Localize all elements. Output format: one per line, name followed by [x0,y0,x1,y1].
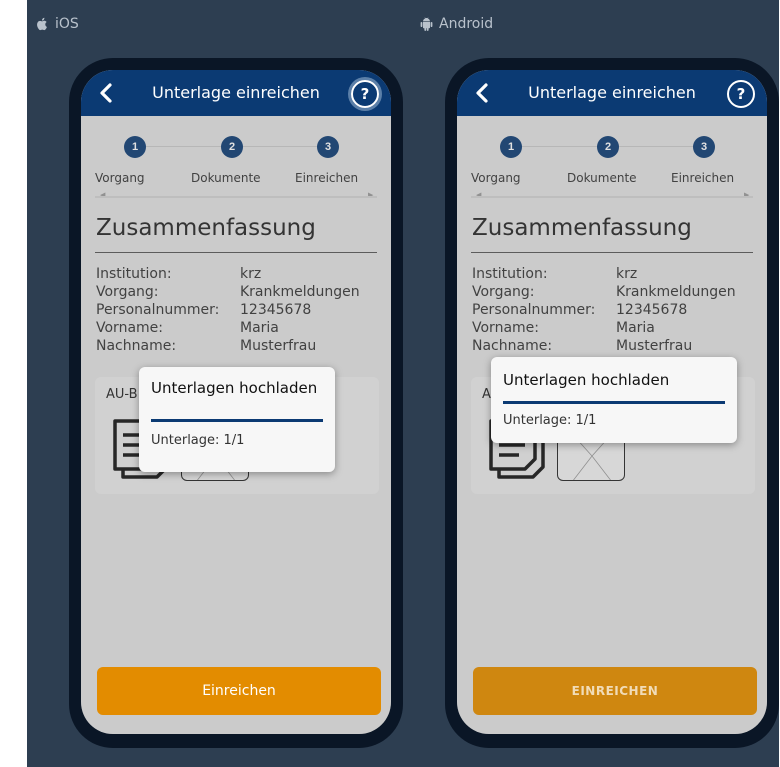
ios-phone-frame: Unterlage einreichen ? 1 2 3 Vorgang Dok… [69,58,403,748]
submit-button[interactable]: Einreichen [97,667,381,715]
android-screen: Unterlage einreichen ? 1 2 3 Vorgang Dok… [457,70,767,734]
page-title: Unterlage einreichen [528,83,696,102]
apple-icon [37,17,47,31]
upload-progress-bar [151,419,323,422]
ios-label-text: iOS [55,16,79,32]
dialog-title: Unterlagen hochladen [151,379,318,397]
help-icon[interactable]: ? [351,80,379,108]
dialog-progress-text: Unterlage: 1/1 [503,413,597,428]
android-platform-label: Android [420,16,493,32]
ios-app-bar: Unterlage einreichen ? [81,70,391,116]
upload-progress-bar [503,401,725,404]
ios-platform-label: iOS [36,16,79,32]
dialog-title: Unterlagen hochladen [503,371,670,389]
preview-panel: iOS Android Unterlage einreichen ? 1 2 3 [27,0,779,767]
upload-progress-dialog: Unterlagen hochladen Unterlage: 1/1 [139,367,335,472]
dialog-progress-text: Unterlage: 1/1 [151,433,245,448]
android-app-bar: Unterlage einreichen ? [457,70,767,116]
android-phone-frame: Unterlage einreichen ? 1 2 3 Vorgang Dok… [445,58,779,748]
android-icon [420,17,433,31]
ios-screen: Unterlage einreichen ? 1 2 3 Vorgang Dok… [81,70,391,734]
page-title: Unterlage einreichen [152,83,320,102]
help-icon[interactable]: ? [727,80,755,108]
upload-progress-dialog: Unterlagen hochladen Unterlage: 1/1 [491,357,737,443]
android-label-text: Android [439,16,494,32]
submit-button[interactable]: EINREICHEN [473,667,757,715]
